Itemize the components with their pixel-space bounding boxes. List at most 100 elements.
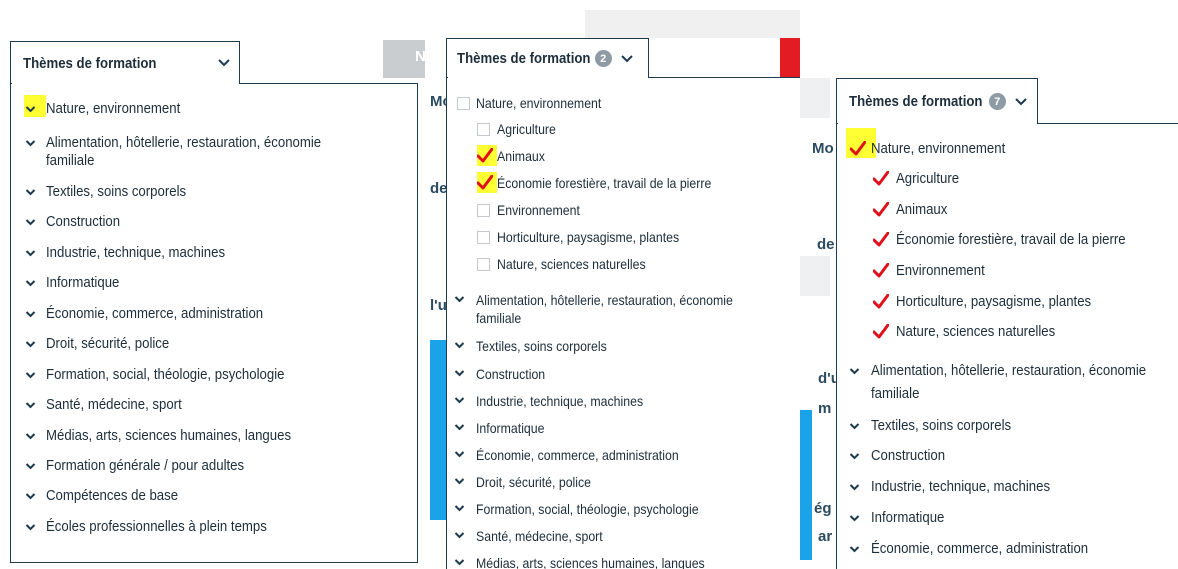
chevron-down-icon[interactable]: [454, 423, 465, 432]
theme-item-label: Informatique: [46, 274, 120, 291]
chevron-down-icon[interactable]: [25, 340, 36, 349]
chevron-down-icon[interactable]: [454, 396, 465, 405]
filter-title: Thèmes de formation: [849, 93, 983, 110]
chevron-down-icon[interactable]: [25, 492, 36, 501]
theme-item-label: Industrie, technique, machines: [871, 478, 1051, 495]
chevron-down-icon[interactable]: [454, 450, 465, 459]
top-grey-strip: [585, 10, 820, 38]
red-checkmark-icon[interactable]: [873, 232, 889, 247]
theme-filter-toggle[interactable]: Thèmes de formation: [10, 41, 240, 84]
chevron-down-icon[interactable]: [25, 279, 36, 288]
grey-input-bg-2: [800, 256, 830, 296]
chevron-down-icon[interactable]: [454, 477, 465, 486]
chevron-down-icon[interactable]: [25, 432, 36, 441]
chevron-down-icon[interactable]: [849, 367, 860, 376]
theme-item-label: Santé, médecine, sport: [46, 396, 182, 413]
theme-item-label: Compétences de base: [46, 487, 179, 504]
theme-item-label: Alimentation, hôtellerie, restauration, …: [46, 134, 322, 151]
chevron-down-icon[interactable]: [25, 371, 36, 380]
red-checkmark-icon[interactable]: [873, 263, 889, 278]
theme-subitem-label: Agriculture: [896, 170, 960, 187]
checkbox-icon[interactable]: [477, 204, 490, 217]
background-fragment-n: N: [415, 48, 425, 65]
theme-item-label: Économie, commerce, administration: [871, 540, 1089, 557]
theme-item-label: Médias, arts, sciences humaines, langues: [46, 427, 292, 444]
theme-item-label: Alimentation, hôtellerie, restauration, …: [476, 292, 733, 308]
theme-subitem-label: Environnement: [896, 262, 985, 279]
checkbox-icon[interactable]: [457, 97, 470, 110]
background-fragment-mo: Mo: [812, 140, 834, 157]
red-checkmark-icon[interactable]: [873, 324, 889, 339]
theme-item-label: Textiles, soins corporels: [476, 338, 607, 354]
theme-subitem-label: Agriculture: [497, 121, 556, 137]
theme-item-label: Nature, environnement: [476, 95, 602, 111]
theme-item-label: Formation, social, théologie, psychologi…: [476, 501, 699, 517]
blue-band-bg: [800, 410, 812, 560]
theme-item-label: Textiles, soins corporels: [46, 183, 187, 200]
chevron-down-icon[interactable]: [849, 514, 860, 523]
theme-item-label: Formation générale / pour adultes: [46, 457, 245, 474]
red-checkmark-icon[interactable]: [873, 202, 889, 217]
filter-title: Thèmes de formation: [23, 54, 157, 72]
chevron-down-icon[interactable]: [25, 523, 36, 532]
checkbox-icon[interactable]: [477, 258, 490, 271]
theme-filter-toggle[interactable]: Thèmes de formation 7: [836, 78, 1038, 124]
theme-item-label: Construction: [871, 447, 946, 464]
theme-filter-toggle[interactable]: Thèmes de formation 2: [446, 38, 649, 78]
chevron-down-icon[interactable]: [454, 341, 465, 350]
theme-item-label: Écoles professionnelles à plein temps: [46, 518, 267, 535]
theme-item-label: Formation, social, théologie, psychologi…: [46, 366, 285, 383]
filter-screenshot-1: N Thèmes de formation Nature, environnem…: [0, 0, 425, 569]
tab-joint: [837, 122, 1037, 125]
checkbox-icon[interactable]: [477, 123, 490, 136]
theme-item-label: Économie, commerce, administration: [476, 447, 679, 463]
theme-subitem-label: Nature, sciences naturelles: [497, 256, 646, 272]
chevron-down-icon[interactable]: [849, 452, 860, 461]
tab-joint: [447, 76, 648, 79]
theme-subitem-label: Nature, sciences naturelles: [896, 323, 1056, 340]
chevron-down-icon[interactable]: [849, 422, 860, 431]
chevron-down-icon[interactable]: [25, 218, 36, 227]
chevron-down-icon[interactable]: [849, 483, 860, 492]
background-fragment-eg: ég: [814, 500, 832, 517]
red-checkmark-icon[interactable]: [873, 171, 889, 186]
theme-item-label: familiale: [871, 385, 920, 402]
theme-item-label: Droit, sécurité, police: [46, 335, 170, 352]
chevron-down-icon[interactable]: [25, 188, 36, 197]
theme-dropdown: [836, 123, 1178, 569]
chevron-down-icon[interactable]: [454, 531, 465, 540]
background-fragment-ar: ar: [818, 528, 833, 545]
chevron-down-icon: [1014, 97, 1027, 105]
selection-count-badge: 7: [988, 93, 1006, 110]
theme-item-label: familiale: [46, 152, 95, 169]
chevron-down-icon[interactable]: [25, 249, 36, 258]
theme-subitem-label: Animaux: [896, 201, 948, 218]
theme-item-label: Construction: [46, 213, 121, 230]
red-checkmark-icon[interactable]: [873, 294, 889, 309]
chevron-down-icon[interactable]: [454, 369, 465, 378]
theme-subitem-label: Économie forestière, travail de la pierr…: [896, 231, 1126, 248]
theme-subitem-label: Économie forestière, travail de la pierr…: [497, 175, 712, 191]
tab-joint: [11, 82, 239, 85]
checkbox-icon[interactable]: [477, 231, 490, 244]
theme-item-label: Informatique: [476, 420, 545, 436]
chevron-down-icon[interactable]: [454, 504, 465, 513]
chevron-down-icon[interactable]: [849, 545, 860, 554]
chevron-down-icon[interactable]: [25, 310, 36, 319]
background-fragment-lu: l'u: [430, 297, 447, 314]
theme-subitem-label: Horticulture, paysagisme, plantes: [896, 293, 1092, 310]
chevron-down-icon[interactable]: [25, 139, 36, 148]
chevron-down-icon[interactable]: [454, 295, 465, 304]
red-checkmark-icon[interactable]: [477, 148, 493, 163]
theme-item-label: Industrie, technique, machines: [476, 393, 644, 409]
chevron-down-icon[interactable]: [454, 558, 465, 567]
red-checkmark-icon[interactable]: [850, 141, 866, 156]
theme-item-label: Droit, sécurité, police: [476, 474, 592, 490]
chevron-down-icon[interactable]: [25, 105, 36, 114]
chevron-down-icon[interactable]: [25, 462, 36, 471]
theme-item-label: Informatique: [871, 509, 945, 526]
grey-input-bg: [800, 78, 830, 118]
chevron-down-icon[interactable]: [25, 401, 36, 410]
red-checkmark-icon[interactable]: [477, 175, 493, 190]
theme-item-label: Économie, commerce, administration: [46, 305, 264, 322]
